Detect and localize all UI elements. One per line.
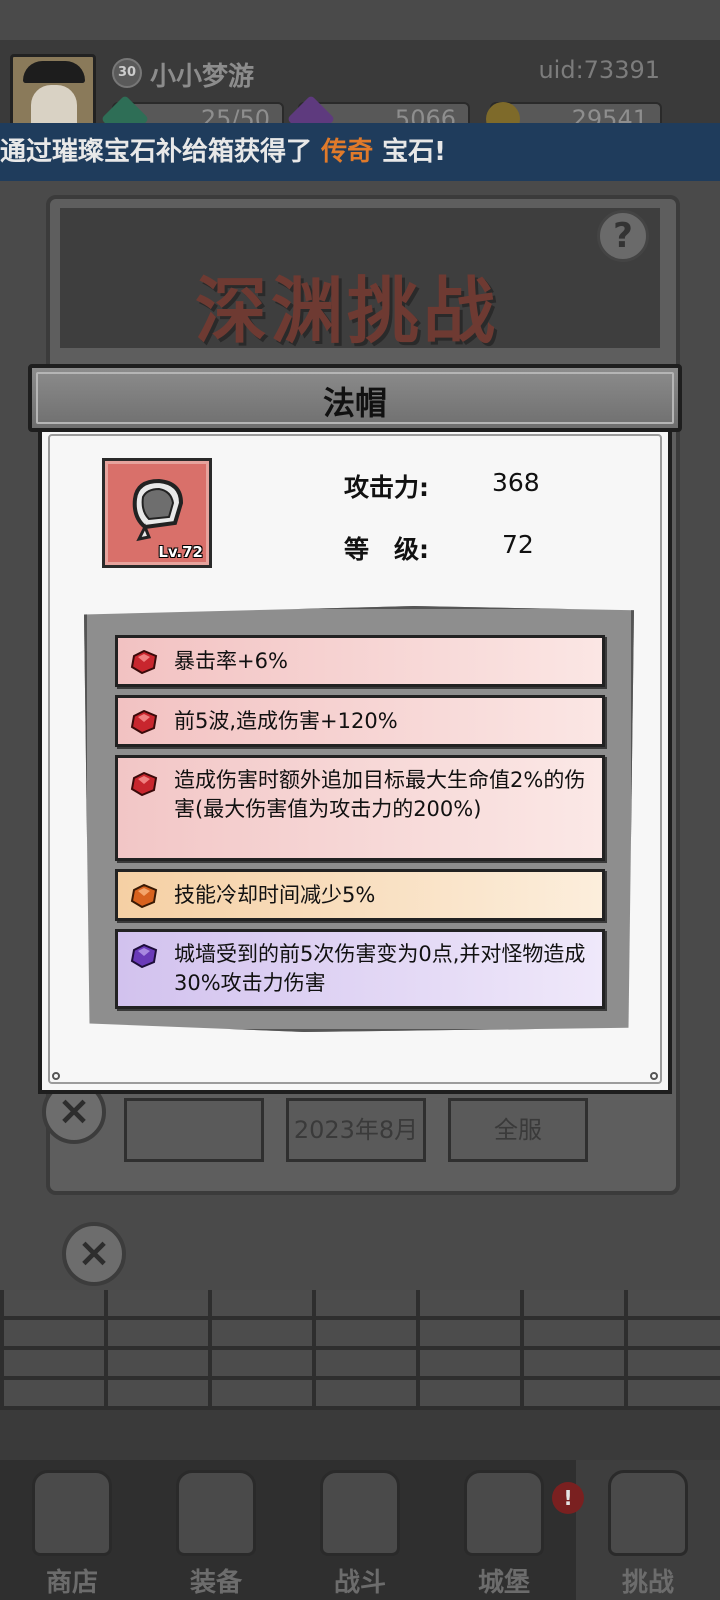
help-button[interactable]: ? — [597, 210, 649, 262]
red-gem-icon — [130, 772, 158, 796]
backpack-icon — [176, 1470, 256, 1556]
row-cell-date[interactable]: 2023年8月 — [286, 1098, 426, 1162]
attribute-text: 暴击率+6% — [174, 649, 288, 673]
screen-title: 深渊挑战 — [195, 269, 500, 353]
purple-gem-icon — [130, 944, 158, 968]
attack-value: 368 — [492, 468, 540, 497]
ticker-prefix: 通过璀璨宝石补给箱获得了 — [0, 137, 322, 167]
castle-icon — [464, 1470, 544, 1556]
castle-wall — [0, 1290, 720, 1410]
attribute-text: 城墙受到的前5次伤害变为0点,并对怪物造成30%攻击力伤害 — [174, 942, 586, 995]
modal-body: Lv.72 攻击力: 368 等 级: 72 暴击率+6% 前5波,造成伤害+1… — [38, 430, 672, 1094]
attribute-item: 造成伤害时额外追加目标最大生命值2%的伤害(最大伤害值为攻击力的200%) — [115, 755, 605, 861]
player-name: 小小梦游 — [150, 62, 255, 92]
crossed-swords-icon — [320, 1470, 400, 1556]
ticker-highlight: 传奇 — [321, 137, 374, 167]
attribute-text: 前5波,造成伤害+120% — [174, 709, 398, 733]
grade-label: 等 级: — [344, 535, 429, 564]
shield-icon — [608, 1470, 688, 1556]
red-gem-icon — [130, 650, 158, 674]
nav-battle[interactable]: 战斗 — [288, 1460, 432, 1600]
nav-challenge[interactable]: 挑战 — [576, 1460, 720, 1600]
ticker-suffix: 宝石! — [373, 137, 446, 167]
item-detail-modal: Lv.72 攻击力: 368 等 级: 72 暴击率+6% 前5波,造成伤害+1… — [28, 364, 682, 1094]
nav-battle-label: 战斗 — [333, 1568, 386, 1598]
nav-castle[interactable]: 城堡 — [432, 1460, 576, 1600]
nav-equipment[interactable]: 装备 — [144, 1460, 288, 1600]
shop-icon — [32, 1470, 112, 1556]
hat-icon — [132, 478, 184, 542]
bottom-nav: 商店 装备 战斗 城堡 挑战 — [0, 1460, 720, 1600]
item-icon-frame: Lv.72 — [102, 458, 212, 568]
nav-castle-label: 城堡 — [477, 1568, 530, 1598]
grade-value: 72 — [502, 530, 534, 559]
attribute-item: 城墙受到的前5次伤害变为0点,并对怪物造成30%攻击力伤害 — [115, 929, 605, 1009]
screen-close-icon[interactable]: × — [62, 1222, 126, 1286]
attribute-text: 技能冷却时间减少5% — [174, 883, 376, 907]
modal-title: 法帽 — [322, 384, 387, 422]
attribute-list-panel: 暴击率+6% 前5波,造成伤害+120% 造成伤害时额外追加目标最大生命值2%的… — [84, 606, 634, 1032]
player-level-badge: 30 — [112, 58, 142, 88]
red-gem-icon — [130, 710, 158, 734]
attribute-item: 前5波,造成伤害+120% — [115, 695, 605, 747]
item-level: Lv.72 — [158, 543, 203, 561]
ground — [0, 1410, 720, 1460]
orange-gem-icon — [130, 884, 158, 908]
notification-badge: ! — [552, 1482, 584, 1514]
row-cell-server[interactable]: 全服 — [448, 1098, 588, 1162]
corner-rivet — [650, 1072, 658, 1080]
attribute-item: 暴击率+6% — [115, 635, 605, 687]
row-cell-1[interactable] — [124, 1098, 264, 1162]
nav-equipment-label: 装备 — [189, 1568, 242, 1598]
corner-rivet — [52, 1072, 60, 1080]
attack-label: 攻击力: — [344, 473, 429, 502]
attribute-item: 技能冷却时间减少5% — [115, 869, 605, 921]
nav-shop[interactable]: 商店 — [0, 1460, 144, 1600]
announcement-ticker: 通过璀璨宝石补给箱获得了 传奇 宝石! — [0, 123, 720, 181]
attribute-text: 造成伤害时额外追加目标最大生命值2%的伤害(最大伤害值为攻击力的200%) — [174, 768, 586, 821]
nav-shop-label: 商店 — [45, 1568, 98, 1598]
modal-title-bar: 法帽 — [28, 364, 682, 432]
player-uid: uid:73391 — [538, 56, 660, 84]
nav-challenge-label: 挑战 — [621, 1568, 674, 1598]
